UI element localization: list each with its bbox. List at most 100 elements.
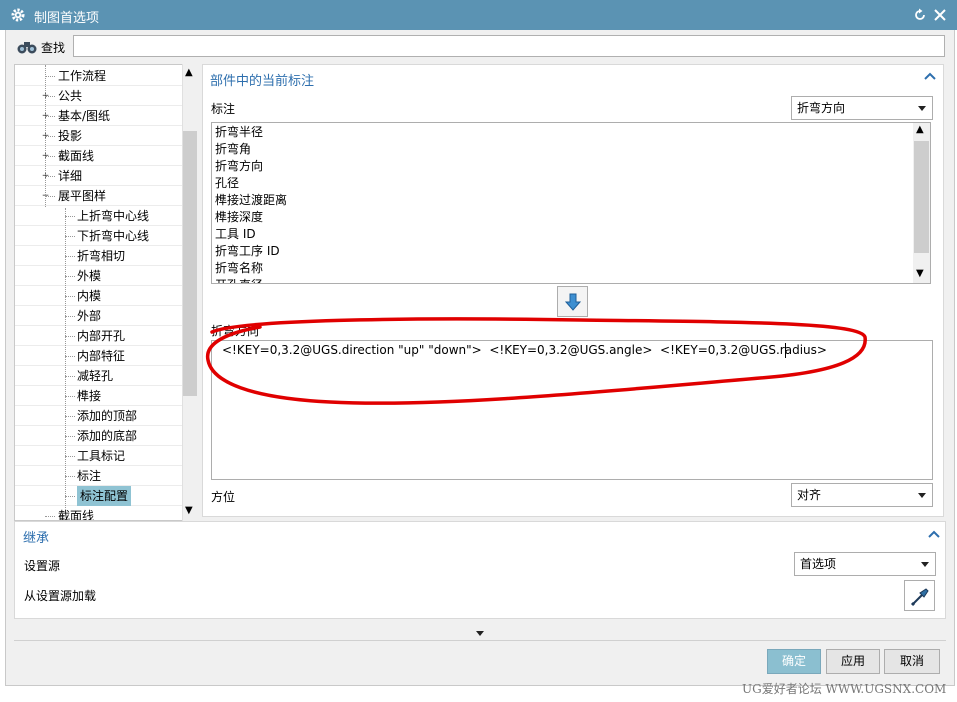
tree-guide	[45, 65, 46, 207]
tree-item-label: 工作流程	[58, 69, 107, 83]
tree-item[interactable]: + 基本/图纸	[15, 106, 182, 126]
tree-item-label: 标注配置	[77, 486, 132, 506]
tree-connector	[65, 356, 75, 357]
list-item[interactable]: 榫接深度	[215, 209, 263, 226]
tree-item[interactable]: 下折弯中心线	[15, 226, 182, 246]
watermark: UG爱好者论坛 WWW.UGSNX.COM	[742, 682, 947, 696]
tree-connector	[45, 516, 55, 517]
tree-connector	[65, 256, 75, 257]
list-item[interactable]: 榫接过渡距离	[215, 192, 287, 209]
tree-connector	[65, 376, 75, 377]
callout-list[interactable]: 折弯半径折弯角折弯方向孔径榫接过渡距离榫接深度工具 ID折弯工序 ID折弯名称开…	[211, 122, 931, 284]
list-item[interactable]: 折弯工序 ID	[215, 243, 280, 260]
tree-item[interactable]: + 详细	[15, 166, 182, 186]
list-item[interactable]: 折弯名称	[215, 260, 263, 277]
tree-item-label: 投影	[58, 129, 83, 143]
expand-more-icon[interactable]	[476, 631, 484, 636]
tree-item[interactable]: 内部开孔	[15, 326, 182, 346]
tree-connector	[65, 396, 75, 397]
tree-connector	[65, 296, 75, 297]
load-label: 从设置源加载	[24, 589, 97, 603]
title-bar: 制图首选项	[0, 0, 957, 30]
binoculars-icon	[17, 42, 37, 54]
tree-item[interactable]: + 截面线	[15, 146, 182, 166]
tree-item[interactable]: 折弯相切	[15, 246, 182, 266]
source-dropdown[interactable]: 首选项	[794, 552, 936, 576]
list-item[interactable]: 折弯方向	[215, 158, 263, 175]
tree-item[interactable]: 内部特征	[15, 346, 182, 366]
section-title: 部件中的当前标注	[210, 74, 315, 89]
tree-item-label: 下折弯中心线	[77, 229, 150, 243]
tree-item[interactable]: 榫接	[15, 386, 182, 406]
tree-item[interactable]: 添加的底部	[15, 426, 182, 446]
list-item[interactable]: 工具 ID	[215, 226, 256, 243]
source-dropdown-value: 首选项	[800, 557, 837, 571]
tree-item[interactable]: 添加的顶部	[15, 406, 182, 426]
tree-item[interactable]: 外模	[15, 266, 182, 286]
cancel-button[interactable]: 取消	[884, 649, 940, 674]
tree-connector	[65, 236, 75, 237]
tree-item[interactable]: 内模	[15, 286, 182, 306]
tree-item-label: 内部开孔	[77, 329, 126, 343]
tree-item-label: 展平图样	[58, 189, 107, 203]
load-from-source-button[interactable]	[904, 580, 935, 611]
tree-item[interactable]: 上折弯中心线	[15, 206, 182, 226]
tree-item[interactable]: 工具标记	[15, 446, 182, 466]
tree-item[interactable]: 标注	[15, 466, 182, 486]
orientation-dropdown[interactable]: 对齐	[791, 483, 933, 507]
tree-item[interactable]: 截面线	[15, 506, 182, 520]
tree-scrollbar-thumb[interactable]	[183, 131, 197, 396]
tree-item[interactable]: + 公共	[15, 86, 182, 106]
chevron-down-icon	[918, 106, 926, 111]
tree-item-label: 标注	[77, 469, 102, 483]
tree-connector	[65, 496, 75, 497]
tree-guide	[65, 208, 66, 508]
chevron-down-icon	[918, 493, 926, 498]
tree-item-label: 外模	[77, 269, 102, 283]
callout-label: 标注	[211, 102, 236, 116]
search-label: 查找	[41, 41, 66, 55]
scroll-up-icon[interactable]: ▲	[185, 67, 193, 78]
tree-connector	[65, 216, 75, 217]
arrow-down-icon	[565, 293, 581, 311]
tree-item-label: 内模	[77, 289, 102, 303]
list-item[interactable]: 孔径	[215, 175, 239, 192]
tree-connector	[65, 276, 75, 277]
reset-icon[interactable]	[913, 8, 927, 22]
tree-item-label: 折弯相切	[77, 249, 126, 263]
tree-item[interactable]: 标注配置	[15, 486, 182, 506]
tree-item-label: 工具标记	[77, 449, 126, 463]
tree-item[interactable]: 减轻孔	[15, 366, 182, 386]
list-item[interactable]: 开孔直径	[215, 277, 263, 283]
tree-item-label: 内部特征	[77, 349, 126, 363]
orientation-label: 方位	[211, 490, 236, 504]
tree-item-label: 添加的顶部	[77, 409, 138, 423]
list-scrollbar-thumb[interactable]	[914, 141, 929, 253]
separator	[14, 640, 946, 641]
tree-item-label: 上折弯中心线	[77, 209, 150, 223]
tree-connector	[65, 336, 75, 337]
list-item[interactable]: 折弯角	[215, 141, 251, 158]
tree-item[interactable]: + 投影	[15, 126, 182, 146]
collapse-icon[interactable]	[928, 530, 940, 538]
list-scroll-down-icon[interactable]: ▼	[916, 268, 924, 279]
tree-item[interactable]: 工作流程	[15, 66, 182, 86]
close-icon[interactable]	[933, 8, 947, 22]
tree-item-label: 榫接	[77, 389, 102, 403]
tree-connector	[65, 456, 75, 457]
search-input[interactable]	[73, 35, 945, 57]
annotation-ellipse	[205, 317, 867, 405]
apply-button[interactable]: 应用	[826, 649, 880, 674]
list-item[interactable]: 折弯半径	[215, 124, 263, 141]
callout-dropdown[interactable]: 折弯方向	[791, 96, 933, 120]
collapse-icon[interactable]	[924, 72, 936, 80]
list-scroll-up-icon[interactable]: ▲	[916, 124, 924, 135]
source-label: 设置源	[24, 559, 61, 573]
tree-connector	[45, 76, 55, 77]
tree-item-label: 减轻孔	[77, 369, 114, 383]
tree-connector	[65, 476, 75, 477]
ok-button[interactable]: 确定	[767, 649, 821, 674]
tree-item[interactable]: − 展平图样	[15, 186, 182, 206]
tree-item[interactable]: 外部	[15, 306, 182, 326]
scroll-down-icon[interactable]: ▼	[185, 505, 193, 516]
